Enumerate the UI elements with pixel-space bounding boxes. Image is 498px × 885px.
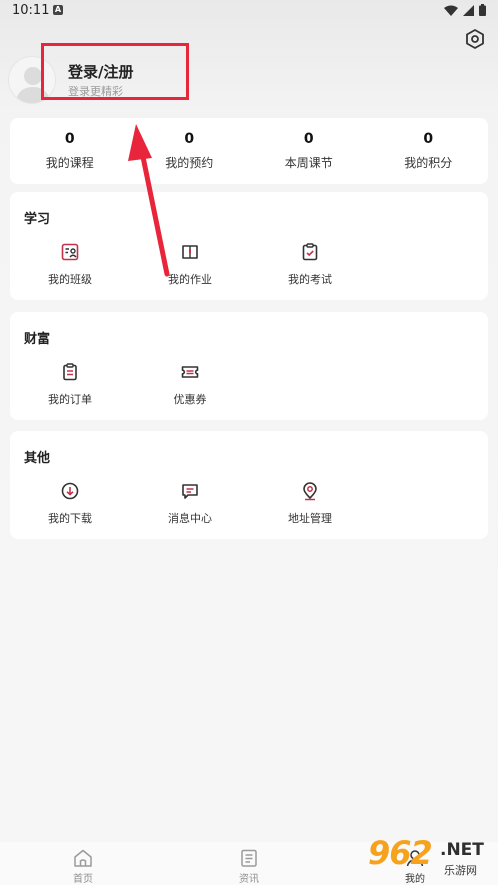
coupon-icon <box>181 366 199 378</box>
stat-value: 0 <box>423 131 434 147</box>
tab-label: 资讯 <box>239 874 259 885</box>
watermark-domain: .NET <box>440 840 484 860</box>
signal-icon <box>463 4 474 16</box>
section-title: 学习 <box>24 212 51 227</box>
grid-item-label: 地址管理 <box>288 512 332 525</box>
study-section: 学习 我的班级 我的作业 我的考试 <box>10 192 488 300</box>
stat-label: 我的积分 <box>404 156 453 170</box>
stat-label: 我的课程 <box>45 156 94 170</box>
wealth-section: 财富 我的订单 优惠券 <box>10 312 488 420</box>
grid-item-label: 我的班级 <box>48 273 92 286</box>
tab-news[interactable]: 资讯 <box>166 842 332 885</box>
stat-label: 我的预约 <box>165 156 214 170</box>
grid-item-my-downloads[interactable]: 我的下载 <box>10 481 130 526</box>
grid-item-label: 我的下载 <box>48 512 92 525</box>
grid-item-my-exam[interactable]: 我的考试 <box>250 242 370 287</box>
stat-value: 0 <box>303 131 314 147</box>
status-time: 10:11 <box>12 3 50 18</box>
stat-value: 0 <box>184 131 195 147</box>
grid-item-label: 优惠券 <box>173 393 207 406</box>
stat-week-lessons[interactable]: 0 本周课节 <box>249 118 369 184</box>
class-icon <box>61 243 79 261</box>
grid-item-label: 我的考试 <box>288 273 332 286</box>
wifi-icon <box>444 5 458 16</box>
homework-icon <box>182 245 198 259</box>
notification-icon: A <box>53 5 63 15</box>
download-icon <box>61 482 79 500</box>
grid-item-my-homework[interactable]: 我的作业 <box>130 242 250 287</box>
location-icon <box>303 482 317 501</box>
exam-icon <box>302 243 318 261</box>
status-icons <box>444 4 486 16</box>
order-icon <box>63 363 77 381</box>
tab-label: 首页 <box>73 874 93 885</box>
stats-card: 0 我的课程 0 我的预约 0 本周课节 0 我的积分 <box>10 118 488 184</box>
watermark-logo: 962 .NET 乐游网 <box>360 834 496 884</box>
grid-item-my-orders[interactable]: 我的订单 <box>10 362 130 407</box>
stat-my-appointments[interactable]: 0 我的预约 <box>130 118 250 184</box>
battery-icon <box>479 4 486 16</box>
grid-item-label: 我的订单 <box>48 393 92 406</box>
grid-item-message-center[interactable]: 消息中心 <box>130 481 250 526</box>
stat-my-courses[interactable]: 0 我的课程 <box>10 118 130 184</box>
annotation-highlight-box <box>41 43 189 100</box>
grid-item-my-class[interactable]: 我的班级 <box>10 242 130 287</box>
grid-item-label: 消息中心 <box>168 512 212 525</box>
watermark-number: 962 <box>368 834 433 872</box>
section-title: 其他 <box>24 451 51 466</box>
home-icon <box>74 849 92 867</box>
tab-home[interactable]: 首页 <box>0 842 166 885</box>
stat-label: 本周课节 <box>284 156 333 170</box>
section-title: 财富 <box>24 332 51 347</box>
stat-value: 0 <box>64 131 75 147</box>
grid-item-address-management[interactable]: 地址管理 <box>250 481 370 526</box>
grid-item-label: 我的作业 <box>168 273 212 286</box>
message-icon <box>182 484 198 499</box>
other-section: 其他 我的下载 消息中心 地址管理 <box>10 431 488 539</box>
grid-item-coupon[interactable]: 优惠券 <box>130 362 250 407</box>
settings-hexagon-icon[interactable] <box>464 28 486 50</box>
stat-my-points[interactable]: 0 我的积分 <box>369 118 489 184</box>
watermark-cn: 乐游网 <box>444 864 477 877</box>
news-icon <box>241 849 257 867</box>
status-bar: 10:11 A <box>0 0 498 22</box>
